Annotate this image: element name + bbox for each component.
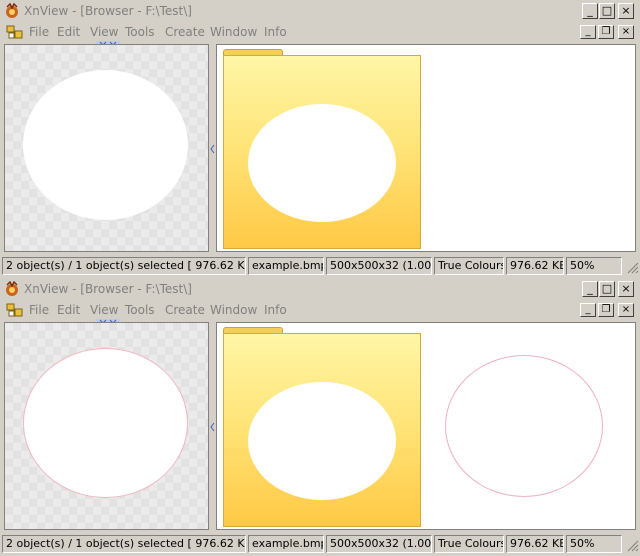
size-grip-icon[interactable] <box>626 539 639 552</box>
mdi-close-button[interactable]: × <box>618 303 634 317</box>
size-grip-icon[interactable] <box>626 261 639 274</box>
minimize-button[interactable]: _ <box>582 3 598 19</box>
menu-create[interactable]: Create <box>165 303 205 317</box>
mdi-minimize-button[interactable]: _ <box>580 303 596 317</box>
menu-window[interactable]: Window <box>210 303 257 317</box>
xnview-app-icon <box>6 281 18 296</box>
mdi-minimize-button[interactable]: _ <box>580 25 596 39</box>
xnview-window-top: XnView - [Browser - F:\Test\] _ □ × File… <box>0 0 640 278</box>
status-filesize: 976.62 KB <box>506 257 564 275</box>
status-bar: 2 object(s) / 1 object(s) selected [ 976… <box>0 534 640 554</box>
menu-bar: File Edit View Tools Create Window Info … <box>0 22 640 42</box>
status-colour-depth: True Colours <box>434 257 504 275</box>
menu-bar: File Edit View Tools Create Window Info … <box>0 300 640 320</box>
menu-window[interactable]: Window <box>210 25 257 39</box>
menu-file[interactable]: File <box>29 303 49 317</box>
preview-image-circle <box>23 70 188 220</box>
status-colour-depth: True Colours <box>434 535 504 553</box>
thumbnail-image-circle <box>248 382 396 500</box>
folder-body <box>223 333 421 527</box>
browser-menu-icon[interactable] <box>6 302 24 318</box>
menu-edit[interactable]: Edit <box>57 25 80 39</box>
status-bar: 2 object(s) / 1 object(s) selected [ 976… <box>0 256 640 276</box>
close-button[interactable]: × <box>618 281 634 297</box>
xnview-window-bottom: XnView - [Browser - F:\Test\] _ □ × File… <box>0 278 640 556</box>
menu-tools[interactable]: Tools <box>125 25 155 39</box>
title-bar[interactable]: XnView - [Browser - F:\Test\] _ □ × <box>0 278 640 300</box>
menu-view[interactable]: View <box>90 303 118 317</box>
folder-body <box>223 55 421 249</box>
collapse-arrow-icon[interactable] <box>210 421 215 433</box>
thumbnail-example-bmp[interactable] <box>223 327 421 527</box>
status-filesize: 976.62 KB <box>506 535 564 553</box>
status-dimensions: 500x500x32 (1.00) <box>326 257 432 275</box>
window-title: XnView - [Browser - F:\Test\] <box>24 4 192 18</box>
menu-create[interactable]: Create <box>165 25 205 39</box>
file-list-pane[interactable] <box>216 44 636 252</box>
preview-pane[interactable] <box>4 44 209 252</box>
status-zoom: 50% <box>566 535 622 553</box>
thumbnail-image-circle <box>248 104 396 222</box>
status-selection: 2 object(s) / 1 object(s) selected [ 976… <box>2 257 246 275</box>
maximize-button[interactable]: □ <box>599 281 615 297</box>
status-selection: 2 object(s) / 1 object(s) selected [ 976… <box>2 535 246 553</box>
menu-info[interactable]: Info <box>264 303 287 317</box>
collapse-arrow-icon[interactable] <box>210 143 215 155</box>
preview-pane[interactable] <box>4 322 209 530</box>
thumbnail-second-image[interactable] <box>445 355 603 497</box>
status-filename: example.bmp <box>248 535 324 553</box>
status-selection-size: [ 976.62 KB ] <box>187 259 245 272</box>
minimize-button[interactable]: _ <box>582 281 598 297</box>
xnview-app-icon <box>6 3 18 18</box>
title-bar[interactable]: XnView - [Browser - F:\Test\] _ □ × <box>0 0 640 22</box>
thumbnail-example-bmp[interactable] <box>223 49 421 249</box>
menu-info[interactable]: Info <box>264 25 287 39</box>
file-list-pane[interactable] <box>216 322 636 530</box>
maximize-button[interactable]: □ <box>599 3 615 19</box>
menu-edit[interactable]: Edit <box>57 303 80 317</box>
mdi-restore-button[interactable]: ❐ <box>598 303 614 317</box>
status-dimensions: 500x500x32 (1.00) <box>326 535 432 553</box>
status-filename: example.bmp <box>248 257 324 275</box>
menu-view[interactable]: View <box>90 25 118 39</box>
preview-image-circle <box>23 348 188 498</box>
browser-menu-icon[interactable] <box>6 24 24 40</box>
close-button[interactable]: × <box>618 3 634 19</box>
status-zoom: 50% <box>566 257 622 275</box>
menu-tools[interactable]: Tools <box>125 303 155 317</box>
mdi-close-button[interactable]: × <box>618 25 634 39</box>
mdi-restore-button[interactable]: ❐ <box>598 25 614 39</box>
status-selection-size: [ 976.62 KB ] <box>187 537 245 550</box>
window-title: XnView - [Browser - F:\Test\] <box>24 282 192 296</box>
menu-file[interactable]: File <box>29 25 49 39</box>
